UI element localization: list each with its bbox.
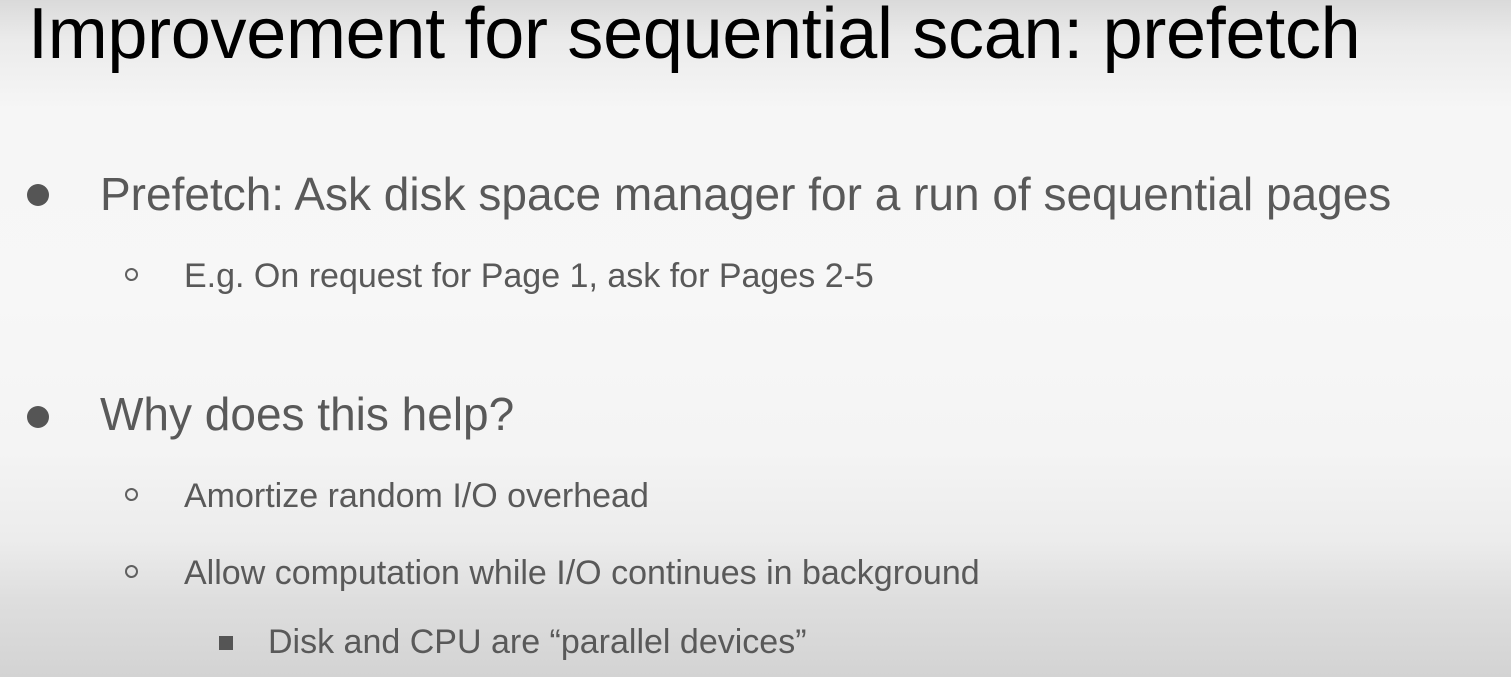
sub-bullet-circle-icon: [125, 565, 138, 578]
sub-bullet-circle-icon: [125, 268, 138, 281]
bullet-dot-icon: [27, 184, 49, 206]
bullet-dot-icon: [27, 406, 49, 428]
sub-sub-bullet-text: Disk and CPU are “parallel devices”: [268, 623, 807, 661]
sub-bullet-circle-icon: [125, 488, 138, 501]
sub-bullet-text: E.g. On request for Page 1, ask for Page…: [184, 257, 874, 295]
sub-sub-bullet-square-icon: [219, 636, 233, 650]
bullet-text: Prefetch: Ask disk space manager for a r…: [100, 168, 1392, 220]
sub-bullet-text: Amortize random I/O overhead: [184, 477, 649, 515]
sub-bullet-text: Allow computation while I/O continues in…: [184, 554, 980, 592]
slide-title: Improvement for sequential scan: prefetc…: [28, 0, 1361, 74]
bullet-text: Why does this help?: [100, 388, 515, 440]
slide: Improvement for sequential scan: prefetc…: [0, 0, 1511, 677]
